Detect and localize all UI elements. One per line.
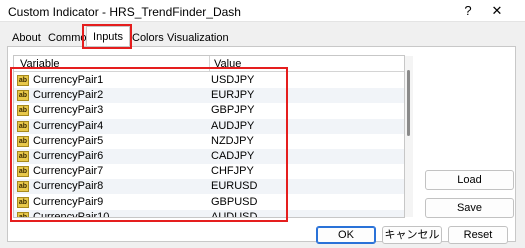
- scrollbar-thumb[interactable]: [407, 70, 410, 136]
- tab-visualization[interactable]: Visualization: [163, 30, 233, 46]
- save-button[interactable]: Save: [425, 198, 514, 218]
- help-button[interactable]: ?: [458, 2, 478, 20]
- close-button[interactable]: ✕: [486, 2, 508, 20]
- list-scrollbar[interactable]: [405, 56, 413, 217]
- reset-button[interactable]: Reset: [448, 226, 508, 244]
- title-bar: Custom Indicator - HRS_TrendFinder_Dash …: [0, 0, 525, 22]
- inputs-tab-highlight: [82, 24, 132, 49]
- tab-about[interactable]: About: [8, 30, 45, 46]
- window-title: Custom Indicator - HRS_TrendFinder_Dash: [8, 5, 241, 19]
- load-button[interactable]: Load: [425, 170, 514, 190]
- cancel-button[interactable]: キャンセル: [382, 226, 442, 244]
- ok-button[interactable]: OK: [316, 226, 376, 244]
- tab-colors[interactable]: Colors: [128, 30, 168, 46]
- list-highlight: [10, 67, 288, 222]
